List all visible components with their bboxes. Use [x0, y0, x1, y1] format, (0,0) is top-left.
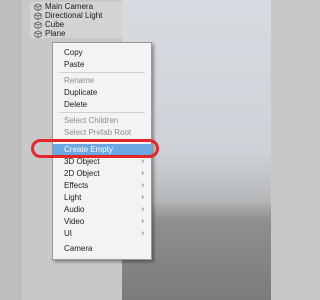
menu-item-label: Light: [64, 193, 82, 202]
menu-item-camera[interactable]: Camera: [53, 243, 151, 254]
menu-item-delete[interactable]: Delete: [53, 99, 151, 110]
cube-icon: [34, 20, 42, 29]
menu-item-select-prefab-root: Select Prefab Root: [53, 127, 151, 138]
chevron-right-icon: ›: [141, 230, 144, 237]
menu-item-select-children: Select Children: [53, 115, 151, 126]
hierarchy-item-main-camera[interactable]: Main Camera: [34, 2, 93, 11]
menu-item-label: Select Prefab Root: [64, 128, 132, 137]
hierarchy-gutter: [0, 0, 22, 300]
hierarchy-item-label: Plane: [45, 29, 66, 38]
menu-item-rename: Rename: [53, 75, 151, 86]
menu-item-label: UI: [64, 229, 72, 238]
menu-item-ui[interactable]: UI ›: [53, 228, 151, 239]
chevron-right-icon: ›: [141, 218, 144, 225]
menu-item-label: Video: [64, 217, 85, 226]
menu-item-label: Rename: [64, 76, 95, 85]
chevron-right-icon: ›: [141, 158, 144, 165]
menu-item-label: Copy: [64, 48, 83, 57]
menu-item-label: Audio: [64, 205, 85, 214]
menu-item-copy[interactable]: Copy: [53, 47, 151, 58]
hierarchy-item-cube[interactable]: Cube: [34, 20, 64, 29]
menu-item-paste[interactable]: Paste: [53, 59, 151, 70]
menu-item-effects[interactable]: Effects ›: [53, 180, 151, 191]
hierarchy-item-directional-light[interactable]: Directional Light: [34, 11, 102, 20]
hierarchy-item-label: Cube: [45, 20, 65, 29]
chevron-right-icon: ›: [141, 194, 144, 201]
menu-item-create-empty[interactable]: Create Empty: [53, 144, 151, 155]
menu-item-3d-object[interactable]: 3D Object ›: [53, 156, 151, 167]
menu-item-label: Delete: [64, 100, 88, 109]
cube-icon: [34, 11, 42, 20]
hierarchy-item-plane[interactable]: Plane: [34, 29, 65, 38]
menu-item-video[interactable]: Video ›: [53, 216, 151, 227]
chevron-right-icon: ›: [141, 206, 144, 213]
menu-item-duplicate[interactable]: Duplicate: [53, 87, 151, 98]
menu-item-label: Select Children: [64, 116, 119, 125]
menu-item-label: Effects: [64, 181, 89, 190]
context-menu: Copy Paste Rename Duplicate Delete Selec…: [52, 42, 152, 260]
menu-item-label: 2D Object: [64, 169, 100, 178]
menu-item-2d-object[interactable]: 2D Object ›: [53, 168, 151, 179]
menu-separator: [59, 72, 145, 73]
menu-item-light[interactable]: Light ›: [53, 192, 151, 203]
cube-icon: [34, 2, 42, 11]
menu-item-label: Create Empty: [64, 145, 113, 154]
menu-separator: [59, 112, 145, 113]
menu-item-label: Camera: [64, 244, 93, 253]
hierarchy-item-label: Directional Light: [45, 11, 103, 20]
menu-item-label: Paste: [64, 60, 85, 69]
menu-item-label: 3D Object: [64, 157, 100, 166]
chevron-right-icon: ›: [141, 182, 144, 189]
menu-item-audio[interactable]: Audio ›: [53, 204, 151, 215]
chevron-right-icon: ›: [141, 170, 144, 177]
hierarchy-item-label: Main Camera: [45, 2, 94, 11]
cube-icon: [34, 29, 42, 38]
menu-separator: [59, 140, 145, 141]
menu-item-label: Duplicate: [64, 88, 98, 97]
